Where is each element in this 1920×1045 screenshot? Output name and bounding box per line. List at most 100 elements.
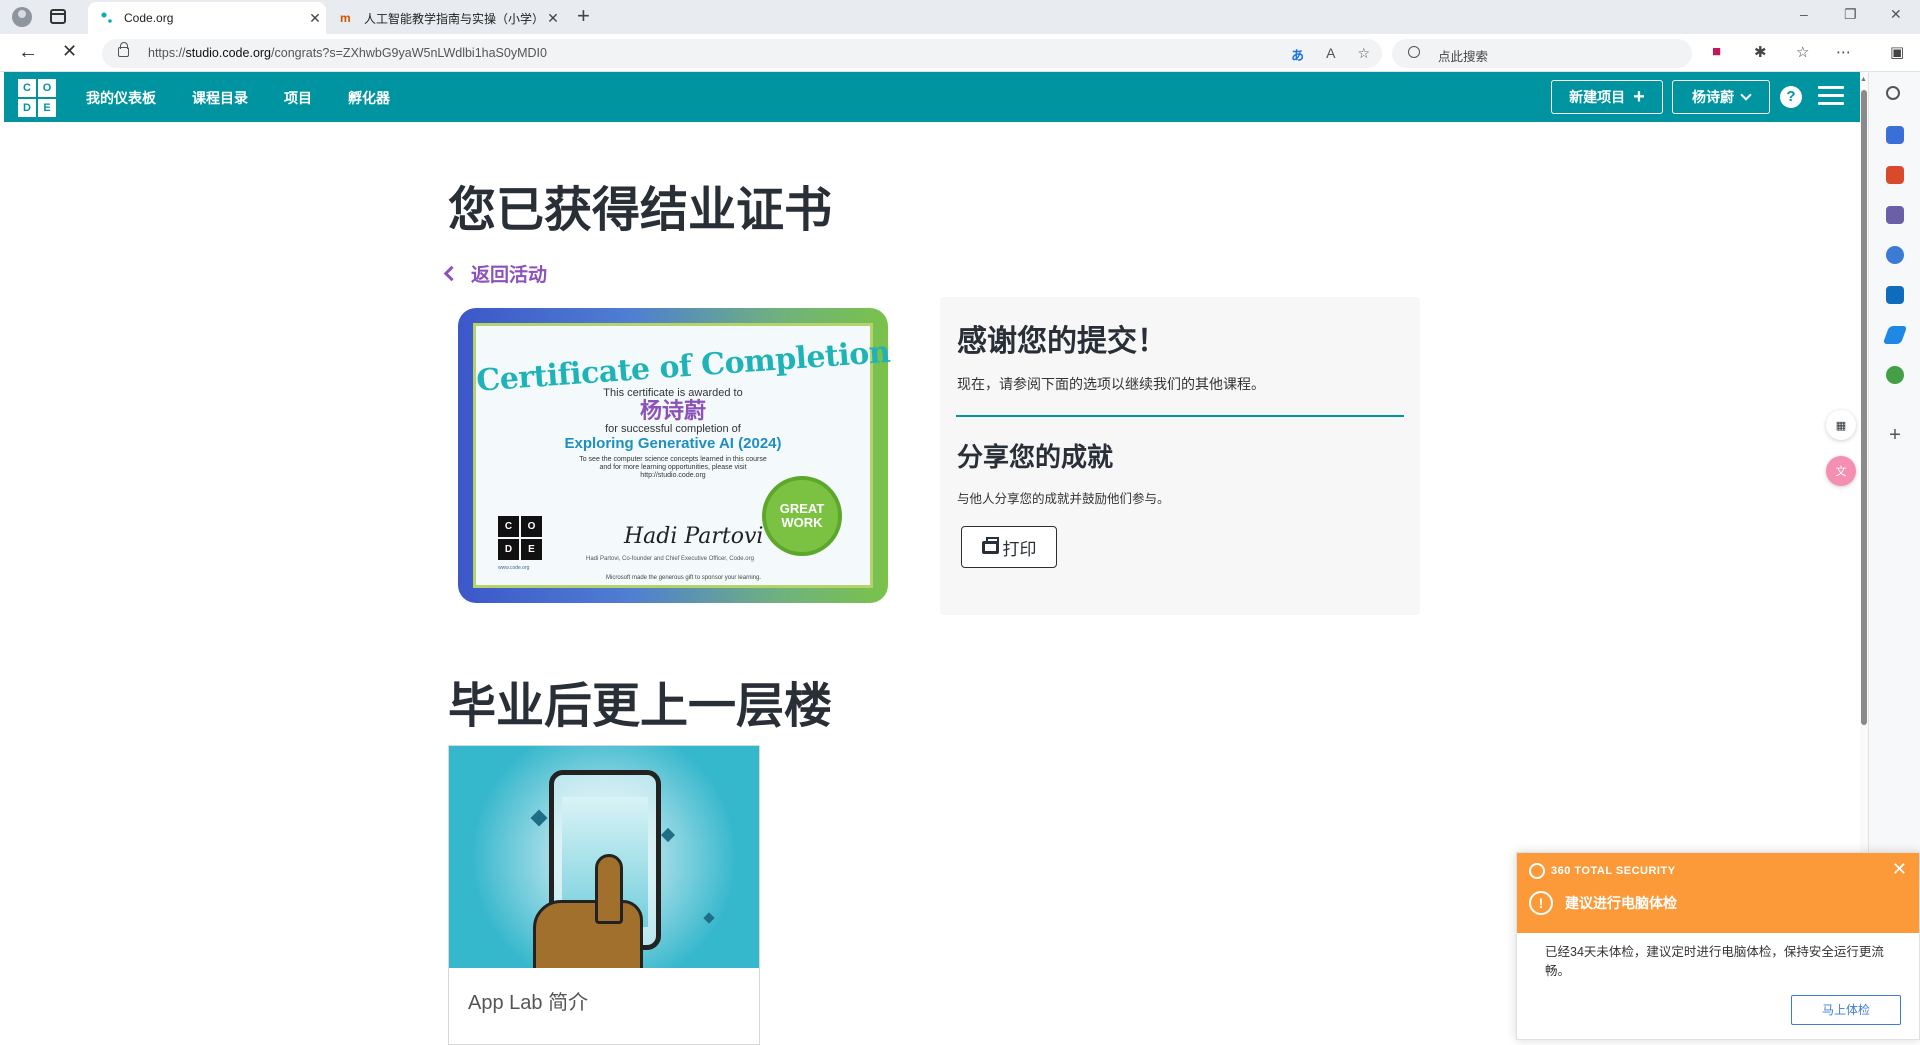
lock-icon[interactable] — [118, 42, 129, 57]
logo-letter: O — [521, 516, 542, 537]
nav-projects[interactable]: 项目 — [284, 88, 312, 108]
hand-pointer-icon — [533, 854, 653, 968]
sidebar-search-icon[interactable] — [1886, 86, 1900, 100]
nav-incubator[interactable]: 孵化器 — [348, 88, 390, 108]
more-options-icon[interactable]: ⋯ — [1836, 43, 1851, 61]
chevron-left-icon — [443, 265, 460, 282]
maximize-icon[interactable]: ❐ — [1844, 6, 1857, 23]
minimize-icon[interactable]: – — [1800, 6, 1808, 22]
sparkle-icon — [660, 827, 676, 843]
sidebar-toggle-icon[interactable]: ▣ — [1890, 43, 1904, 61]
help-icon[interactable]: ? — [1780, 86, 1802, 108]
profile-icon[interactable] — [12, 7, 32, 27]
chevron-down-icon — [1740, 89, 1752, 101]
address-bar-row: ← ✕ https://studio.code.org/congrats?s=Z… — [0, 34, 1920, 72]
certificate-inner: Certificate of Completion This certifica… — [473, 323, 891, 588]
back-to-activity-link[interactable]: 返回活动 — [443, 260, 547, 287]
hamburger-menu-icon[interactable] — [1818, 86, 1844, 106]
tab-title: 人工智能教学指南与实操（小学） — [364, 11, 542, 26]
divider — [956, 415, 1404, 417]
certificate-signer: Hadi Partovi, Co-founder and Chief Execu… — [586, 556, 754, 562]
tab-actions-icon[interactable] — [50, 9, 66, 24]
code-org-logo[interactable]: C O D E — [18, 79, 56, 117]
logo-letter: D — [498, 539, 519, 560]
qr-code-icon[interactable]: ▦ — [1826, 410, 1856, 440]
code-org-favicon-icon — [100, 11, 114, 25]
notification-header: 360 TOTAL SECURITY ✕ ! 建议进行电脑体检 — [1517, 853, 1919, 933]
logo-letter: O — [38, 79, 56, 97]
brand-label: 360 TOTAL SECURITY — [1551, 865, 1676, 877]
certificate-recipient-name: 杨诗蔚 — [639, 398, 706, 423]
nav-course-catalog[interactable]: 课程目录 — [192, 88, 248, 108]
extension-icon[interactable]: ■ — [1712, 43, 1721, 60]
scroll-up-icon[interactable]: ▲ — [1860, 76, 1867, 83]
ai-guide-favicon-icon: m — [340, 11, 351, 25]
plus-icon: + — [1633, 85, 1645, 108]
user-menu-button[interactable]: 杨诗蔚 — [1672, 80, 1770, 114]
page-title: 您已获得结业证书 — [448, 184, 833, 237]
tab-code-org[interactable]: Code.org ✕ — [88, 2, 326, 34]
translate-float-icon[interactable]: 文 — [1826, 456, 1856, 486]
tab-ai-guide[interactable]: m 人工智能教学指南与实操（小学） ✕ — [328, 2, 564, 34]
thanks-subtitle: 现在，请参阅下面的选项以继续我们的其他课程。 — [957, 376, 1265, 392]
share-subtitle: 与他人分享您的成就并鼓励他们参与。 — [957, 492, 1170, 506]
notification-title: ! 建议进行电脑体检 — [1529, 891, 1677, 915]
certificate-image: Certificate of Completion This certifica… — [458, 308, 891, 603]
new-project-label: 新建项目 — [1569, 89, 1626, 105]
new-project-button[interactable]: 新建项目 + — [1551, 80, 1663, 114]
favorites-icon[interactable]: ☆ — [1796, 43, 1809, 61]
scrollbar-thumb[interactable] — [1861, 90, 1867, 725]
search-placeholder: 点此搜索 — [1438, 50, 1489, 64]
badge-text: WORK — [781, 515, 823, 530]
course-card-title: App Lab 简介 — [468, 992, 589, 1014]
window-close-icon[interactable]: ✕ — [1890, 6, 1902, 23]
extensions-puzzle-icon[interactable]: ✱ — [1754, 43, 1767, 61]
notification-title-text: 建议进行电脑体检 — [1565, 895, 1677, 911]
tab-close-icon[interactable]: ✕ — [304, 10, 326, 27]
sidebar-send-icon[interactable] — [1882, 326, 1908, 344]
search-input[interactable]: 点此搜索 — [1392, 39, 1692, 68]
warning-icon: ! — [1529, 891, 1553, 915]
logo-letter: C — [498, 516, 519, 537]
certificate-footer: Microsoft made the generous gift to spon… — [606, 575, 762, 581]
app-lab-illustration — [449, 746, 759, 968]
certificate-info-line: To see the computer science concepts lea… — [579, 456, 767, 463]
sidebar-copilot-icon[interactable] — [1886, 246, 1904, 264]
stop-loading-icon[interactable]: ✕ — [62, 41, 77, 62]
print-label: 打印 — [1002, 539, 1037, 559]
360-logo-icon — [1529, 863, 1545, 879]
course-card-app-lab[interactable]: App Lab 简介 — [448, 745, 760, 1045]
certificate-info-line: and for more learning opportunities, ple… — [599, 464, 747, 471]
beyond-section-title: 毕业后更上一层楼 — [448, 680, 833, 733]
print-button[interactable]: 打印 — [961, 526, 1057, 568]
scan-now-button[interactable]: 马上体检 — [1791, 995, 1901, 1025]
back-arrow-icon[interactable]: ← — [18, 41, 38, 64]
share-title: 分享您的成就 — [957, 442, 1114, 472]
logo-letter: E — [38, 99, 56, 117]
sidebar-tag-icon[interactable] — [1886, 126, 1904, 144]
sidebar-add-icon[interactable]: + — [1886, 425, 1904, 445]
sparkle-icon — [703, 912, 715, 924]
sidebar-outlook-icon[interactable] — [1886, 286, 1904, 304]
great-work-badge-icon: GREAT WORK — [762, 476, 842, 556]
favorite-star-icon[interactable]: ☆ — [1357, 45, 1370, 64]
translate-icon[interactable]: あ — [1291, 45, 1304, 64]
new-tab-icon[interactable]: + — [577, 3, 590, 29]
printer-icon — [981, 536, 999, 554]
main-nav: 我的仪表板 课程目录 项目 孵化器 — [86, 88, 390, 108]
sidebar-tree-icon[interactable] — [1886, 366, 1904, 384]
nav-dashboard[interactable]: 我的仪表板 — [86, 88, 156, 108]
logo-letter: D — [18, 99, 36, 117]
logo-letter: E — [521, 539, 542, 560]
sidebar-toolbox-icon[interactable] — [1886, 166, 1904, 184]
sidebar-games-icon[interactable] — [1886, 206, 1904, 224]
url-field[interactable]: https://studio.code.org/congrats?s=ZXhwb… — [102, 39, 1382, 68]
read-aloud-icon[interactable]: A — [1326, 45, 1335, 64]
badge-text: GREAT — [779, 501, 825, 516]
certificate-for-line: for successful completion of — [605, 423, 741, 435]
notification-close-icon[interactable]: ✕ — [1892, 859, 1907, 880]
certificate-course-name: Exploring Generative AI (2024) — [564, 435, 782, 452]
certificate-site: www.code.org — [498, 565, 530, 571]
security-notification: 360 TOTAL SECURITY ✕ ! 建议进行电脑体检 已经34天未体检… — [1516, 852, 1920, 1040]
tab-close-icon[interactable]: ✕ — [542, 10, 564, 27]
